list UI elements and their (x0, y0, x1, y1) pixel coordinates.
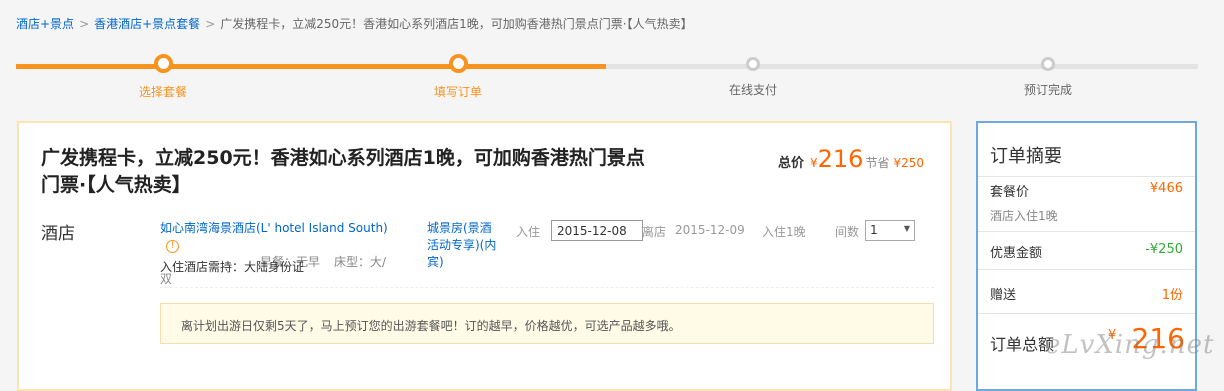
total-price: 216 (817, 145, 864, 173)
discount-value: -¥250 (1145, 242, 1183, 257)
breadcrumb-current: 广发携程卡，立减250元！香港如心系列酒店1晚，可加购香港热门景点门票·【人气热… (220, 17, 693, 31)
step-dot-done (153, 54, 173, 73)
hotel-name-link[interactable]: 如心南湾海景酒店(L' hotel Island South) (160, 221, 388, 235)
divider (978, 231, 1195, 232)
step-dot-done (448, 54, 468, 73)
chevron-down-icon: ▼ (903, 224, 910, 233)
checkin-date-input[interactable] (551, 220, 643, 241)
save-amount: ¥250 (893, 156, 924, 170)
step-label: 填写订单 (433, 85, 482, 99)
package-sub-info: 酒店入住1晚 (990, 209, 1058, 223)
checkout-date: 2015-12-09 (675, 223, 745, 237)
currency-symbol: ¥ (809, 156, 818, 170)
checkin-label: 入住 (516, 225, 541, 239)
breadcrumb-link-hk-package[interactable]: 香港酒店+景点套餐 (94, 17, 200, 31)
room-type-link[interactable]: 城景房(景酒活动专享)(内宾) (427, 220, 499, 271)
discount-row: 优惠金额 -¥250 (990, 242, 1183, 261)
booking-notice: 离计划出游日仅剩5天了，马上预订您的出游套餐吧！订的越早，价格越优，可选产品越多… (160, 303, 934, 344)
gift-label: 赠送 (990, 288, 1017, 303)
step-label: 预订完成 (1023, 83, 1072, 97)
step-label: 在线支付 (728, 83, 777, 97)
rooms-select-value: 1 (870, 223, 878, 237)
nights-count: 入住1晚 (762, 225, 806, 239)
product-title: 广发携程卡，立减250元！香港如心系列酒店1晚，可加购香港热门景点门票·【人气热… (41, 147, 645, 196)
hotel-section-label: 酒店 (41, 224, 75, 244)
divider (978, 176, 1195, 177)
step-booking-complete: 预订完成 (988, 56, 1108, 98)
save-label: 节省 (865, 156, 890, 170)
checkin-requirement: 入住酒店需持：大陆身份证 (160, 260, 305, 274)
breadcrumb-separator: > (79, 17, 90, 31)
order-panel: 广发携程卡，立减250元！香港如心系列酒店1晚，可加购香港热门景点门票·【人气热… (17, 121, 952, 391)
info-icon[interactable]: ! (166, 240, 179, 253)
checkout-label: 离店 (642, 225, 667, 239)
discount-label: 优惠金额 (990, 246, 1043, 261)
rooms-select[interactable]: 1 ▼ (865, 220, 915, 241)
hotel-info: 如心南湾海景酒店(L' hotel Island South)! 早餐：无早 床型：… (160, 220, 392, 288)
progress-steps: 选择套餐 填写订单 在线支付 预订完成 (16, 54, 1198, 106)
watermark: eLvXing.net (1045, 330, 1215, 360)
step-dot-todo (1041, 57, 1055, 71)
divider (978, 313, 1195, 314)
breadcrumb-link-hotel-scenic[interactable]: 酒店+景点 (16, 17, 74, 31)
step-online-payment: 在线支付 (693, 56, 813, 98)
gift-value: 1份 (1161, 288, 1183, 303)
step-select-package: 选择套餐 (103, 54, 223, 100)
package-price-value: ¥466 (1149, 181, 1183, 196)
total-price-label: 总价 (777, 156, 804, 171)
rooms-label: 间数 (835, 225, 860, 239)
divider (978, 269, 1195, 270)
step-label: 选择套餐 (138, 85, 187, 99)
breadcrumb: 酒店+景点 > 香港酒店+景点套餐 > 广发携程卡，立减250元！香港如心系列酒店1晚，… (16, 15, 693, 32)
price-summary: 总价 ¥216 节省 ¥250 (778, 145, 924, 173)
step-fill-order: 填写订单 (398, 54, 518, 100)
step-dot-todo (746, 57, 760, 71)
package-price-row: 套餐价 ¥466 (990, 181, 1183, 200)
package-price-label: 套餐价 (990, 185, 1030, 200)
divider (160, 287, 934, 288)
gift-row: 赠送 1份 (990, 284, 1183, 303)
summary-title: 订单摘要 (990, 146, 1062, 167)
breadcrumb-separator: > (205, 17, 216, 31)
